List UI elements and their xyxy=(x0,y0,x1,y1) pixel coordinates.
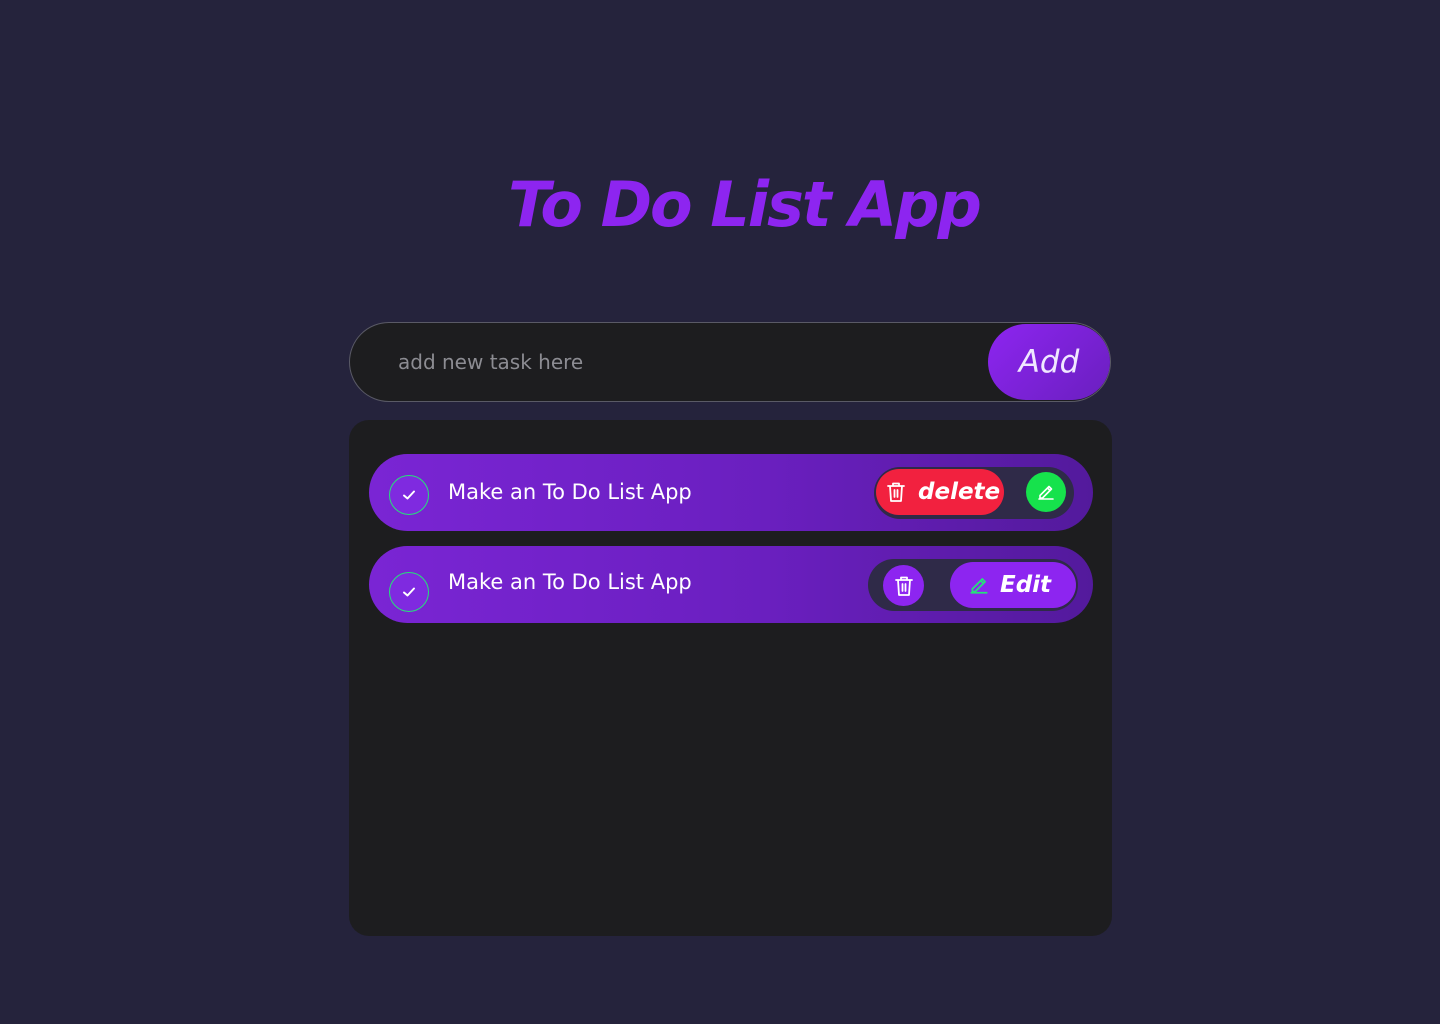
trash-icon xyxy=(894,575,914,597)
delete-task-button[interactable]: delete xyxy=(876,469,1004,515)
new-task-input[interactable] xyxy=(398,323,978,401)
task-actions: Edit xyxy=(868,559,1078,611)
check-icon xyxy=(401,584,417,600)
delete-label: delete xyxy=(918,479,1001,505)
task-complete-toggle[interactable] xyxy=(389,572,429,612)
check-icon xyxy=(401,487,417,503)
edit-task-button[interactable] xyxy=(1026,472,1066,512)
trash-icon xyxy=(886,481,906,503)
task-actions: delete xyxy=(874,467,1074,519)
task-text: Make an To Do List App xyxy=(448,480,692,504)
task-complete-toggle[interactable] xyxy=(389,475,429,515)
delete-task-button[interactable] xyxy=(883,565,924,606)
edit-label: Edit xyxy=(1000,572,1052,598)
add-task-button[interactable]: Add xyxy=(988,324,1110,400)
add-task-bar: Add xyxy=(349,322,1111,402)
app-title: To Do List App xyxy=(508,168,982,241)
pencil-icon xyxy=(1036,482,1056,502)
task-list-panel: Make an To Do List App delete Make an To… xyxy=(349,420,1112,936)
task-item: Make an To Do List App delete xyxy=(369,454,1093,531)
task-text: Make an To Do List App xyxy=(448,570,692,594)
task-item: Make an To Do List App Edit xyxy=(369,546,1093,623)
edit-task-button[interactable]: Edit xyxy=(950,562,1076,608)
pencil-icon xyxy=(968,574,990,596)
